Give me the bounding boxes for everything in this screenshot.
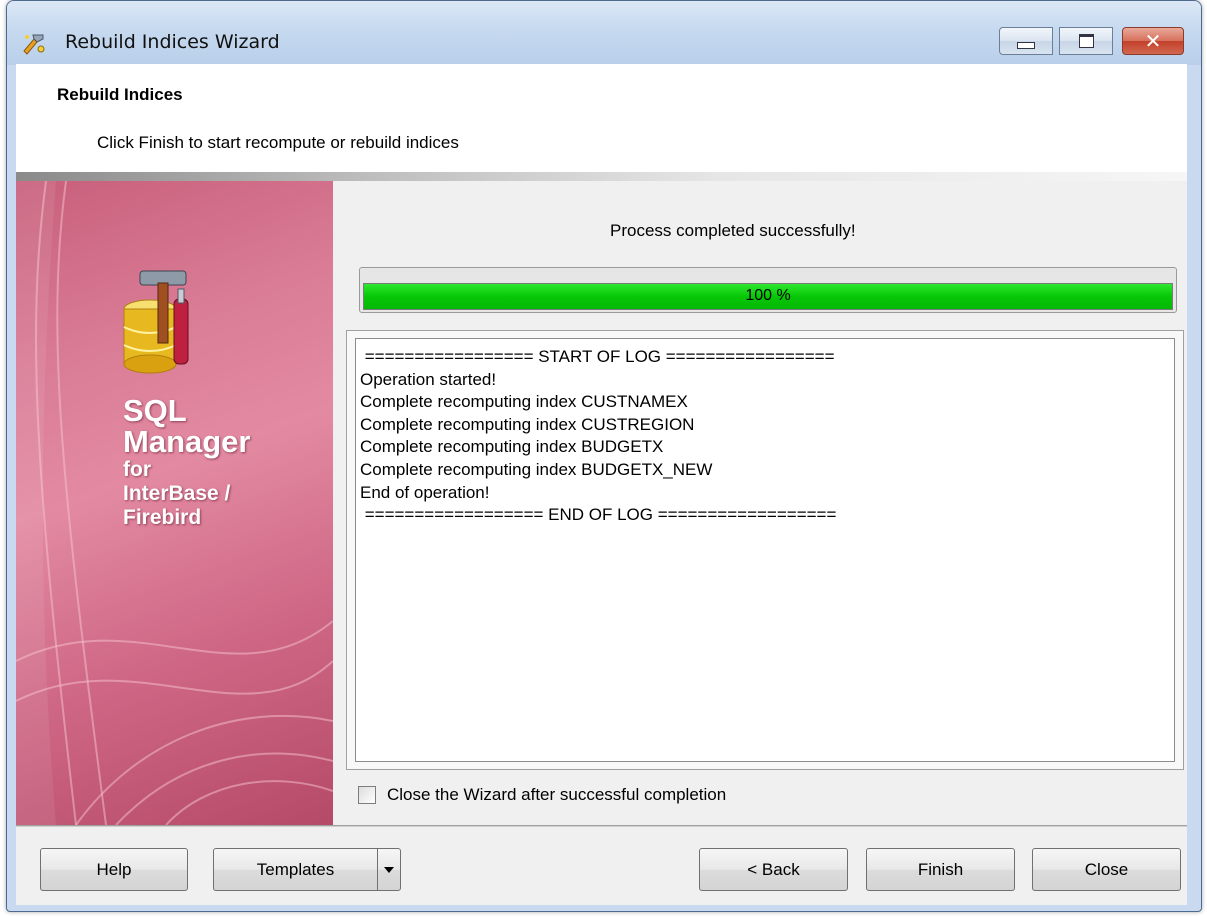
finish-button-label: Finish bbox=[917, 859, 964, 879]
header-divider bbox=[16, 172, 1187, 181]
progress-label: 100 % bbox=[745, 287, 791, 304]
help-button-label: Help bbox=[96, 859, 132, 879]
sql-manager-logo-icon bbox=[123, 270, 189, 374]
maximize-icon bbox=[1078, 34, 1094, 48]
log-line: Complete recomputing index CUSTNAMEX bbox=[360, 392, 688, 412]
close-icon: ✕ bbox=[1144, 29, 1162, 53]
log-line: Complete recomputing index BUDGETX_NEW bbox=[360, 459, 713, 479]
back-button[interactable]: < Back bbox=[699, 848, 848, 891]
log-line: ================= START OF LOG =========… bbox=[360, 347, 835, 366]
progress-track: 100 % bbox=[363, 283, 1173, 310]
product-name-line4: InterBase / bbox=[123, 482, 231, 505]
product-name-line3: for bbox=[123, 458, 151, 481]
product-banner: SQL Manager for InterBase / Firebird bbox=[16, 181, 333, 825]
product-name-line5: Firebird bbox=[123, 506, 202, 529]
log-line: Complete recomputing index BUDGETX bbox=[360, 437, 664, 457]
maximize-button[interactable] bbox=[1059, 27, 1113, 55]
title-bar[interactable]: Rebuild Indices Wizard ✕ bbox=[7, 1, 1201, 65]
chevron-down-icon bbox=[384, 866, 394, 873]
progress-bar: 100 % bbox=[359, 267, 1177, 313]
log-panel: ================= START OF LOG =========… bbox=[346, 330, 1184, 770]
wizard-header: Rebuild Indices Click Finish to start re… bbox=[16, 64, 1187, 172]
wizard-content: SQL Manager for InterBase / Firebird Pro… bbox=[16, 181, 1187, 825]
templates-button[interactable]: Templates bbox=[213, 848, 378, 891]
minimize-button[interactable] bbox=[999, 27, 1053, 55]
close-after-option[interactable]: Close the Wizard after successful comple… bbox=[358, 785, 726, 805]
log-line: End of operation! bbox=[360, 482, 490, 502]
close-after-label[interactable]: Close the Wizard after successful comple… bbox=[387, 785, 726, 805]
templates-dropdown-button[interactable] bbox=[377, 848, 401, 891]
close-button-label: Close bbox=[1084, 859, 1129, 879]
back-button-label: < Back bbox=[747, 859, 800, 879]
log-textarea[interactable]: ================= START OF LOG =========… bbox=[355, 338, 1175, 762]
wizard-footer: Help Templates < Back Finish Close bbox=[16, 827, 1187, 905]
help-button[interactable]: Help bbox=[40, 848, 188, 891]
wizard-app-icon bbox=[23, 34, 45, 55]
log-line: Operation started! bbox=[360, 369, 497, 389]
log-line: Complete recomputing index CUSTREGION bbox=[360, 414, 695, 434]
close-button[interactable]: Close bbox=[1032, 848, 1181, 891]
window-title: Rebuild Indices Wizard bbox=[65, 31, 280, 53]
status-message: Process completed successfully! bbox=[610, 221, 856, 240]
product-name: SQL Manager for InterBase / Firebird bbox=[123, 395, 250, 530]
close-after-checkbox[interactable] bbox=[358, 786, 376, 804]
minimize-icon bbox=[1017, 41, 1035, 49]
product-name-line1: SQL bbox=[123, 393, 187, 428]
page-subtitle: Click Finish to start recompute or rebui… bbox=[97, 133, 459, 152]
page-title: Rebuild Indices bbox=[57, 85, 183, 104]
log-line: ================== END OF LOG ==========… bbox=[360, 505, 837, 525]
finish-button[interactable]: Finish bbox=[866, 848, 1015, 891]
close-window-button[interactable]: ✕ bbox=[1122, 27, 1184, 55]
product-name-line2: Manager bbox=[123, 424, 251, 459]
templates-button-label: Templates bbox=[256, 859, 335, 879]
